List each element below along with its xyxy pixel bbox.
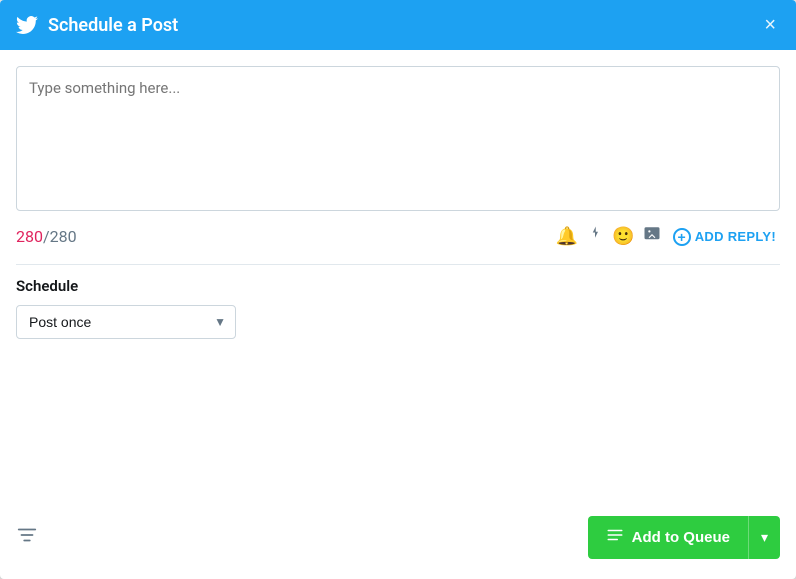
- add-to-queue-label: Add to Queue: [632, 529, 730, 546]
- add-reply-button[interactable]: + ADD REPLY!: [669, 228, 780, 246]
- schedule-post-modal: Schedule a Post × 280/280 🔔 🙂 + ADD: [0, 0, 796, 579]
- schedule-label: Schedule: [16, 277, 780, 295]
- divider: [16, 264, 780, 265]
- queue-icon: [606, 526, 624, 549]
- char-count: 280/280: [16, 227, 77, 246]
- modal-title: Schedule a Post: [48, 15, 178, 36]
- tweet-actions: 🔔 🙂 + ADD REPLY!: [556, 225, 780, 248]
- char-total: 280: [50, 227, 77, 246]
- add-reply-plus-icon: +: [673, 228, 691, 246]
- modal-bottom: Add to Queue ▾: [0, 504, 796, 579]
- header-left: Schedule a Post: [16, 14, 178, 36]
- twitter-icon: [16, 14, 38, 36]
- queue-dropdown-icon: ▾: [761, 529, 768, 545]
- notification-icon[interactable]: 🔔: [556, 226, 578, 247]
- close-button[interactable]: ×: [760, 15, 780, 35]
- char-current: 280: [16, 227, 43, 246]
- char-separator: /: [43, 227, 50, 246]
- schedule-select[interactable]: Post once Schedule recurring Requeue: [16, 305, 236, 339]
- emoji-icon[interactable]: 🙂: [612, 226, 634, 247]
- filter-icon[interactable]: [16, 524, 38, 551]
- schedule-section: Schedule Post once Schedule recurring Re…: [16, 277, 780, 339]
- add-reply-label: ADD REPLY!: [695, 229, 776, 244]
- media-icon[interactable]: [643, 225, 661, 248]
- add-to-queue-group: Add to Queue ▾: [588, 516, 780, 559]
- queue-dropdown-button[interactable]: ▾: [748, 516, 780, 559]
- modal-body: 280/280 🔔 🙂 + ADD REPLY! Schedule: [0, 50, 796, 504]
- tweet-footer: 280/280 🔔 🙂 + ADD REPLY!: [16, 221, 780, 252]
- plugin-icon[interactable]: [586, 225, 604, 248]
- schedule-select-wrapper: Post once Schedule recurring Requeue ▼: [16, 305, 236, 339]
- tweet-input[interactable]: [16, 66, 780, 211]
- modal-header: Schedule a Post ×: [0, 0, 796, 50]
- add-to-queue-button[interactable]: Add to Queue: [588, 516, 748, 559]
